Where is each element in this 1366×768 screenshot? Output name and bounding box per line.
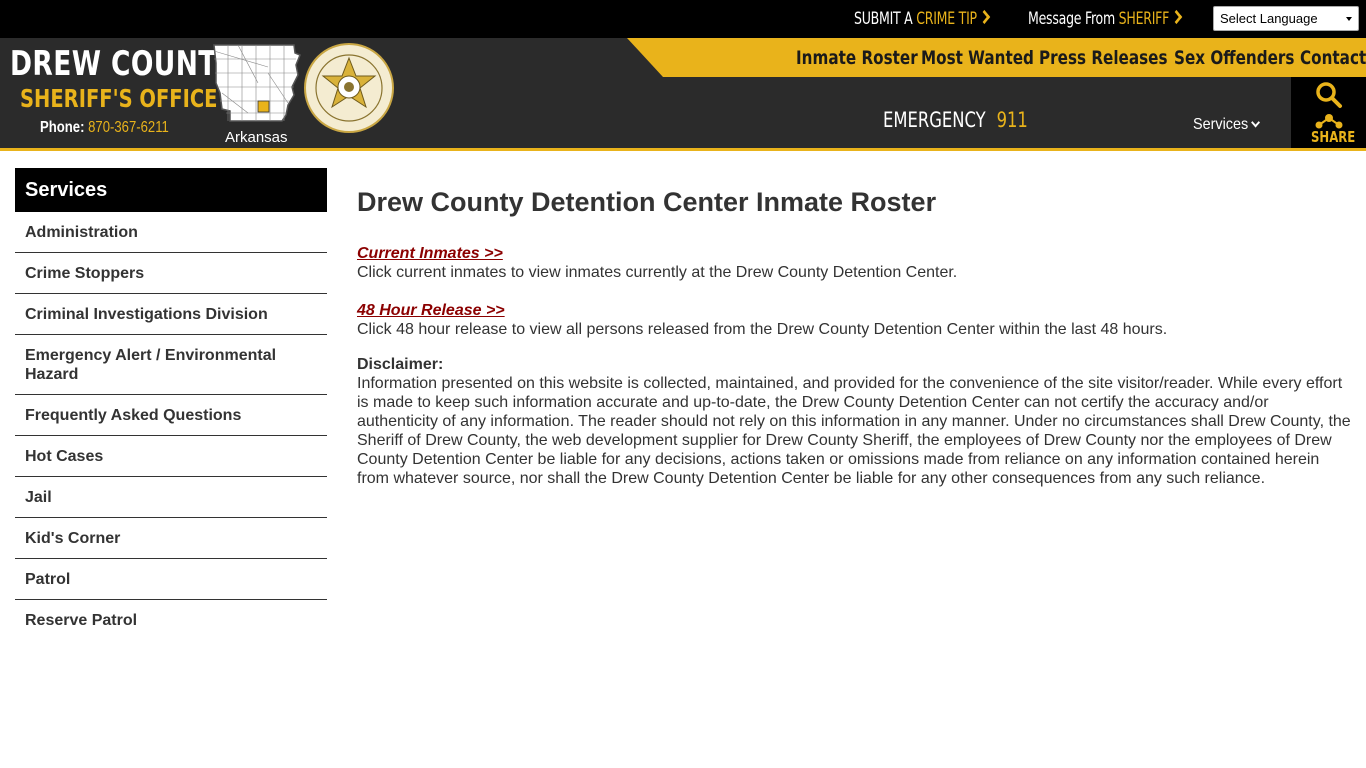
- sidebar-item-patrol[interactable]: Patrol: [15, 559, 327, 600]
- sidebar-item-kids-corner[interactable]: Kid's Corner: [15, 518, 327, 559]
- services-sidebar: Services Administration Crime Stoppers C…: [15, 168, 327, 640]
- crime-tip-text: CRIME TIP: [916, 9, 977, 29]
- disclaimer-label: Disclaimer:: [357, 356, 444, 373]
- share-label[interactable]: SHARE: [1311, 128, 1355, 146]
- nav-sex-offenders[interactable]: Sex Offenders: [1174, 47, 1294, 69]
- sidebar-item-reserve-patrol[interactable]: Reserve Patrol: [15, 600, 327, 640]
- chevron-right-icon: [1170, 9, 1183, 25]
- nav-most-wanted[interactable]: Most Wanted: [921, 47, 1034, 69]
- page-title: Drew County Detention Center Inmate Rost…: [357, 187, 937, 217]
- release-description: Click 48 hour release to view all person…: [357, 321, 1168, 338]
- state-label: Arkansas: [225, 129, 288, 146]
- site-header: DREW COUNTY SHERIFF'S OFFICE Phone: 870-…: [0, 38, 1366, 148]
- top-bar: SUBMIT A CRIME TIP Message From SHERIFF …: [0, 0, 1366, 38]
- emergency-label: EMERGENCY: [883, 108, 986, 132]
- emergency-number: EMERGENCY 911: [883, 108, 1028, 132]
- chevron-down-icon: [1251, 117, 1261, 128]
- sidebar-item-emergency-alert[interactable]: Emergency Alert / Environmental Hazard: [15, 335, 327, 395]
- sidebar-item-hot-cases[interactable]: Hot Cases: [15, 436, 327, 477]
- submit-prefix: SUBMIT A: [854, 9, 917, 29]
- nav-press-releases[interactable]: Press Releases: [1039, 47, 1168, 69]
- current-inmates-link[interactable]: Current Inmates >>: [357, 244, 503, 263]
- sidebar-item-faq[interactable]: Frequently Asked Questions: [15, 395, 327, 436]
- dropdown-caret-icon: [1346, 17, 1352, 21]
- phone-label: Phone:: [40, 119, 89, 136]
- brand-line2: SHERIFF'S OFFICE: [20, 84, 218, 113]
- message-from-sheriff-link[interactable]: Message From SHERIFF: [1028, 9, 1183, 29]
- current-inmates-description: Click current inmates to view inmates cu…: [357, 264, 958, 281]
- services-dropdown-label: Services: [1193, 116, 1249, 133]
- sidebar-item-administration[interactable]: Administration: [15, 212, 327, 253]
- nav-inmate-roster[interactable]: Inmate Roster: [796, 47, 918, 69]
- search-share-panel: SHARE: [1291, 77, 1366, 148]
- sheriff-badge-logo: [304, 43, 394, 133]
- share-icon[interactable]: [1314, 113, 1344, 129]
- header-accent-line: [0, 148, 1366, 151]
- nav-contact[interactable]: Contact: [1300, 47, 1366, 69]
- release-section: 48 Hour Release >> Click 48 hour release…: [357, 301, 1352, 339]
- sheriff-text: SHERIFF: [1118, 9, 1170, 29]
- disclaimer-text: Information presented on this website is…: [357, 375, 1351, 487]
- phone-contact: Phone: 870-367-6211: [40, 119, 169, 137]
- sidebar-item-criminal-investigations[interactable]: Criminal Investigations Division: [15, 294, 327, 335]
- chevron-right-icon: [978, 9, 991, 25]
- main-content: Drew County Detention Center Inmate Rost…: [357, 186, 1352, 488]
- emergency-digits: 911: [996, 108, 1028, 132]
- sidebar-title: Services: [15, 168, 327, 212]
- current-inmates-section: Current Inmates >> Click current inmates…: [357, 244, 1352, 282]
- search-icon[interactable]: [1315, 81, 1343, 109]
- sidebar-item-crime-stoppers[interactable]: Crime Stoppers: [15, 253, 327, 294]
- sidebar-item-jail[interactable]: Jail: [15, 477, 327, 518]
- language-select[interactable]: Select Language: [1213, 6, 1359, 31]
- language-select-value: Select Language: [1220, 11, 1318, 26]
- message-prefix: Message From: [1028, 9, 1119, 29]
- submit-crime-tip-link[interactable]: SUBMIT A CRIME TIP: [854, 9, 991, 29]
- main-nav: Inmate Roster Most Wanted Press Releases…: [627, 38, 1366, 77]
- disclaimer-section: Disclaimer: Information presented on thi…: [357, 355, 1352, 488]
- arkansas-map-icon: [213, 44, 301, 122]
- 48-hour-release-link[interactable]: 48 Hour Release >>: [357, 301, 505, 320]
- services-dropdown[interactable]: Services: [1193, 116, 1261, 134]
- brand-line1: DREW COUNTY: [10, 44, 237, 84]
- phone-number-link[interactable]: 870-367-6211: [88, 119, 169, 136]
